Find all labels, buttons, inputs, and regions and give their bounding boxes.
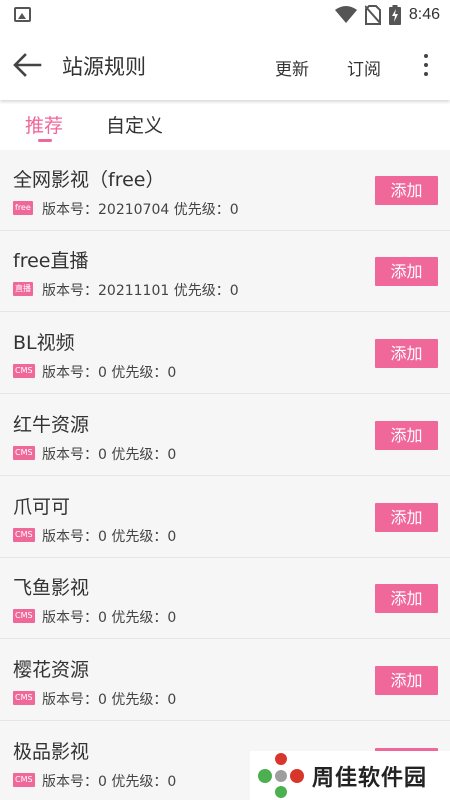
version-value: 0 [98,365,107,381]
watermark-logo-icon [258,753,304,798]
list-item: 红牛资源 CMS 版本号：0 优先级：0 添加 [0,395,450,476]
more-options-icon[interactable] [416,50,436,80]
tab-bar: 推荐 自定义 [0,100,450,150]
version-label: 版本号： [42,529,98,545]
list-item: BL视频 CMS 版本号：0 优先级：0 添加 [0,313,450,394]
tab-custom[interactable]: 自定义 [106,111,163,138]
source-type-badge: CMS [13,364,35,378]
source-meta: 版本号：0 优先级：0 [42,444,176,464]
battery-charging-icon [388,5,401,25]
version-value: 20210704 [98,202,170,218]
version-label: 版本号： [42,202,98,218]
source-meta: 版本号：0 优先级：0 [42,689,176,709]
source-name: 极品影视 [13,741,90,763]
image-notification-icon [14,7,31,22]
priority-value: 0 [167,529,177,545]
add-button[interactable]: 添加 [375,421,438,450]
version-value: 0 [98,774,107,790]
version-label: 版本号： [42,692,98,708]
priority-value: 0 [229,283,239,299]
source-meta: 版本号：0 优先级：0 [42,526,176,546]
status-icons: 8:46 [334,4,440,26]
update-button[interactable]: 更新 [275,55,309,80]
version-label: 版本号： [42,365,98,381]
source-list: 全网影视（free） free 版本号：20210704 优先级：0 添加 fr… [0,150,450,800]
version-value: 0 [98,692,107,708]
source-name: 红牛资源 [13,414,90,436]
list-item: 全网影视（free） free 版本号：20210704 优先级：0 添加 [0,150,450,231]
source-type-badge: CMS [13,773,35,787]
back-arrow-icon[interactable] [12,52,42,78]
version-value: 0 [98,529,107,545]
source-name: 樱花资源 [13,659,90,681]
version-value: 0 [98,447,107,463]
source-type-badge: CMS [13,528,35,542]
version-value: 0 [98,610,107,626]
version-label: 版本号： [42,283,98,299]
priority-label: 优先级： [111,610,168,626]
source-name: BL视频 [13,332,75,354]
source-name: 全网影视（free） [13,169,165,191]
add-button[interactable]: 添加 [375,503,438,532]
priority-label: 优先级： [173,202,230,218]
source-type-badge: CMS [13,691,35,705]
source-name: 飞鱼影视 [13,577,90,599]
status-bar: 8:46 [0,0,450,30]
list-item: 飞鱼影视 CMS 版本号：0 优先级：0 添加 [0,558,450,639]
priority-value: 0 [167,447,177,463]
priority-value: 0 [167,610,177,626]
status-time: 8:46 [408,6,440,23]
priority-label: 优先级： [111,447,168,463]
source-name: 爪可可 [13,496,71,518]
source-type-badge: CMS [13,446,35,460]
list-item: 爪可可 CMS 版本号：0 优先级：0 添加 [0,477,450,558]
tab-recommended[interactable]: 推荐 [25,111,63,138]
priority-label: 优先级： [111,774,168,790]
subscribe-button[interactable]: 订阅 [347,55,381,80]
priority-label: 优先级： [111,692,168,708]
source-type-badge: 直播 [13,282,33,296]
version-label: 版本号： [42,447,98,463]
add-button[interactable]: 添加 [375,666,438,695]
add-button[interactable]: 添加 [375,257,438,286]
version-label: 版本号： [42,774,98,790]
add-button[interactable]: 添加 [375,584,438,613]
page-title: 站源规则 [62,55,146,79]
app-bar: 站源规则 更新 订阅 [0,30,450,100]
list-item: free直播 直播 版本号：20211101 优先级：0 添加 [0,231,450,312]
priority-value: 0 [167,692,177,708]
source-name: free直播 [13,250,89,272]
source-type-badge: free [13,201,33,215]
source-type-badge: CMS [13,609,35,623]
wifi-icon [334,6,357,23]
priority-value: 0 [167,774,177,790]
no-sim-icon [364,5,381,25]
version-value: 20211101 [98,283,170,299]
source-meta: 版本号：0 优先级：0 [42,362,176,382]
version-label: 版本号： [42,610,98,626]
priority-label: 优先级： [111,365,168,381]
source-meta: 版本号：20211101 优先级：0 [42,280,239,300]
priority-label: 优先级： [173,283,230,299]
priority-label: 优先级： [111,529,168,545]
priority-value: 0 [167,365,177,381]
watermark-text: 周佳软件园 [312,765,428,791]
add-button[interactable]: 添加 [375,176,438,205]
tab-indicator [38,139,52,142]
list-item: 樱花资源 CMS 版本号：0 优先级：0 添加 [0,640,450,721]
source-meta: 版本号：0 优先级：0 [42,771,176,791]
watermark: 周佳软件园 [250,751,450,800]
priority-value: 0 [229,202,239,218]
add-button[interactable]: 添加 [375,339,438,368]
source-meta: 版本号：0 优先级：0 [42,607,176,627]
source-meta: 版本号：20210704 优先级：0 [42,199,239,219]
